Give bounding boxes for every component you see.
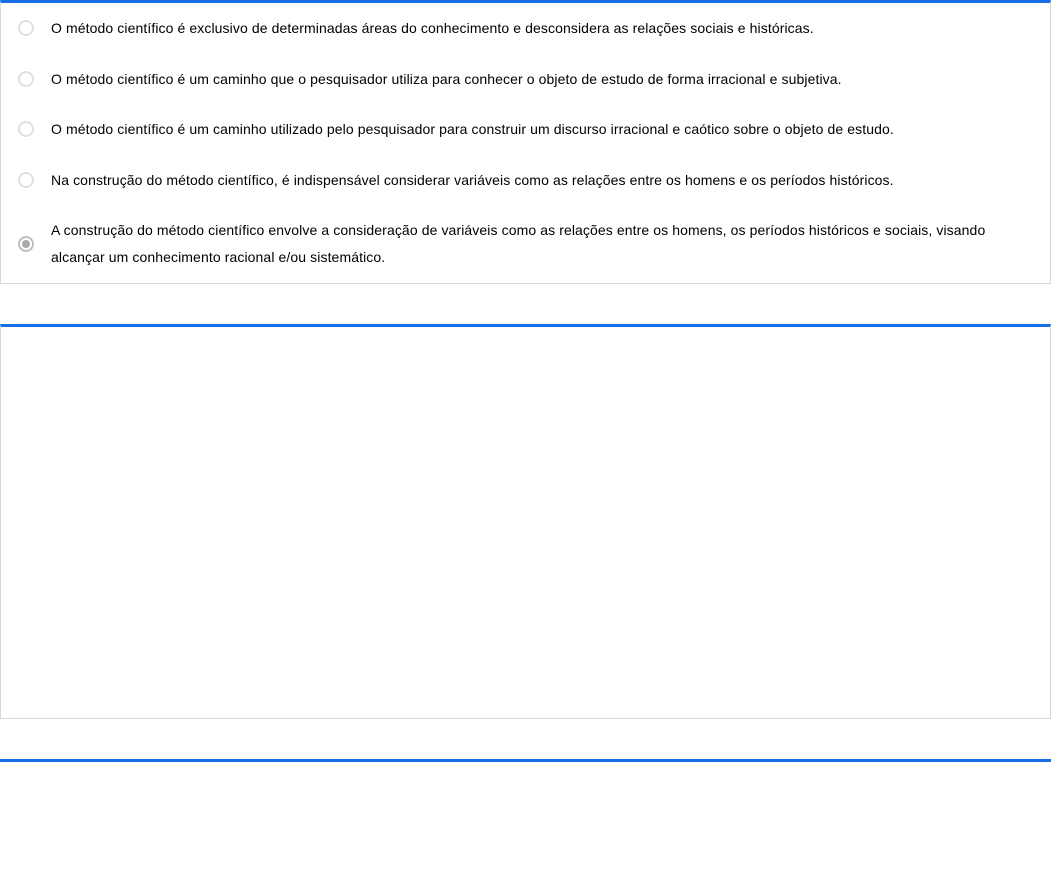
option-row: O método científico é um caminho utiliza… [1, 104, 1050, 155]
radio-option-1[interactable] [18, 20, 34, 36]
radio-cell [1, 236, 51, 252]
option-text: O método científico é um caminho que o p… [51, 62, 1050, 97]
radio-inner-icon [22, 240, 30, 248]
option-text: Na construção do método científico, é in… [51, 163, 1050, 198]
empty-panel [0, 324, 1051, 719]
option-text: A construção do método científico envolv… [51, 213, 1050, 274]
next-panel-top [0, 759, 1051, 774]
question-options-panel: O método científico é exclusivo de deter… [0, 0, 1051, 284]
radio-cell [1, 121, 51, 137]
radio-option-5[interactable] [18, 236, 34, 252]
option-row: O método científico é exclusivo de deter… [1, 3, 1050, 54]
radio-option-3[interactable] [18, 121, 34, 137]
radio-option-2[interactable] [18, 71, 34, 87]
option-row: A construção do método científico envolv… [1, 205, 1050, 282]
option-row: Na construção do método científico, é in… [1, 155, 1050, 206]
radio-option-4[interactable] [18, 172, 34, 188]
option-text: O método científico é um caminho utiliza… [51, 112, 1050, 147]
option-row: O método científico é um caminho que o p… [1, 54, 1050, 105]
radio-cell [1, 20, 51, 36]
options-list: O método científico é exclusivo de deter… [1, 3, 1050, 283]
radio-cell [1, 71, 51, 87]
radio-cell [1, 172, 51, 188]
option-text: O método científico é exclusivo de deter… [51, 11, 1050, 46]
